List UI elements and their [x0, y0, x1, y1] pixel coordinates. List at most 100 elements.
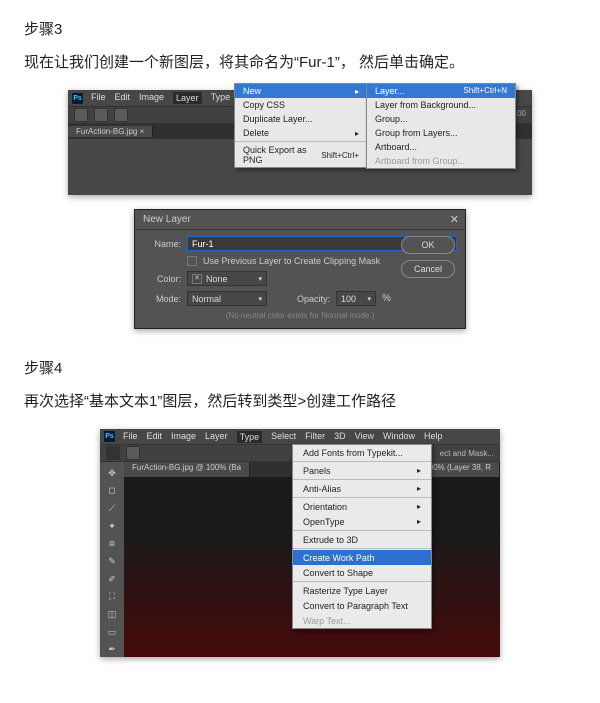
step3-screenshot-menu: Ps File Edit Image Layer Type Select Fil…	[24, 90, 576, 195]
eyedropper-tool-icon[interactable]: ✎	[104, 554, 120, 569]
menu-type[interactable]: Type	[211, 92, 231, 104]
menu-item-panels[interactable]: Panels▸	[293, 463, 431, 478]
menu-item-label: Quick Export as PNG	[243, 145, 321, 165]
menu-item-label: Artboard...	[375, 142, 417, 152]
doc-tab-left[interactable]: FurAction-BG.jpg @ 100% (Ba	[124, 462, 250, 477]
brush-tool-icon[interactable]: ✐	[104, 572, 120, 587]
tool-icon[interactable]	[94, 108, 108, 122]
tool-icon[interactable]	[114, 108, 128, 122]
menu-item-label: Copy CSS	[243, 100, 285, 110]
menu-item-label: Create Work Path	[303, 553, 374, 563]
ok-button[interactable]: OK	[401, 236, 455, 254]
clipping-mask-label: Use Previous Layer to Create Clipping Ma…	[203, 256, 380, 266]
menu-item-new[interactable]: New▸	[235, 84, 367, 98]
menu-item-label: New	[243, 86, 261, 96]
menu-view[interactable]: View	[355, 431, 374, 443]
menu-help[interactable]: Help	[424, 431, 443, 443]
step3-title: 步骤3	[24, 18, 576, 39]
marquee-tool-icon[interactable]: ◻	[104, 484, 120, 499]
menu-item-group-from-layers[interactable]: Group from Layers...	[367, 126, 515, 140]
menu-item-delete[interactable]: Delete▸	[235, 126, 367, 140]
step-3: 步骤3 现在让我们创建一个新图层，将其命名为“Fur-1”， 然后单击确定。 P…	[24, 18, 576, 329]
menu-item-convert-shape[interactable]: Convert to Shape	[293, 565, 431, 580]
submenu-arrow-icon: ▸	[417, 484, 421, 493]
menu-item-rasterize[interactable]: Rasterize Type Layer	[293, 583, 431, 598]
menu-item-label: Delete	[243, 128, 269, 138]
submenu-arrow-icon: ▸	[417, 466, 421, 475]
opacity-value: 100	[341, 294, 356, 304]
menu-select[interactable]: Select	[271, 431, 296, 443]
mode-value: Normal	[192, 294, 221, 304]
opacity-input[interactable]: 100 ▾	[336, 291, 376, 306]
menu-item-convert-paragraph[interactable]: Convert to Paragraph Text	[293, 598, 431, 613]
new-layer-dialog: New Layer ✕ Name: Use Previous Layer to …	[134, 209, 466, 329]
pen-tool-icon[interactable]: ✒	[104, 642, 120, 657]
doc-tab[interactable]: FurAction-BG.jpg ×	[68, 126, 153, 137]
menu-item-warp-text: Warp Text...	[293, 613, 431, 628]
menu-item-copycss[interactable]: Copy CSS	[235, 98, 367, 112]
tool-icon[interactable]	[74, 108, 88, 122]
eraser-tool-icon[interactable]: ◫	[104, 607, 120, 622]
menu-item-label: Extrude to 3D	[303, 535, 358, 545]
menu-3d[interactable]: 3D	[334, 431, 346, 443]
menu-item-label: Rasterize Type Layer	[303, 586, 388, 596]
ps4-menubar: Ps File Edit Image Layer Type Select Fil…	[100, 429, 500, 444]
menu-item-quickexport[interactable]: Quick Export as PNGShift+Ctrl+	[235, 143, 367, 167]
clipping-mask-checkbox[interactable]	[187, 256, 197, 266]
dialog-note: (No neutral color exists for Normal mode…	[143, 311, 457, 320]
dialog-titlebar: New Layer ✕	[135, 210, 465, 230]
tool-icon[interactable]	[126, 446, 140, 460]
step3-text: 现在让我们创建一个新图层，将其命名为“Fur-1”， 然后单击确定。	[24, 49, 576, 76]
submenu-arrow-icon: ▸	[417, 517, 421, 526]
chevron-down-icon: ▾	[258, 275, 262, 283]
wand-tool-icon[interactable]: ✦	[104, 519, 120, 534]
menu-layer[interactable]: Layer	[205, 431, 228, 443]
move-tool-icon[interactable]: ✥	[104, 466, 120, 481]
close-icon[interactable]: ✕	[450, 213, 459, 226]
menu-file[interactable]: File	[91, 92, 106, 104]
menu-shortcut: Shift+Ctrl+	[321, 151, 359, 160]
menu-item-label: Add Fonts from Typekit...	[303, 448, 403, 458]
menu-edit[interactable]: Edit	[115, 92, 131, 104]
name-label: Name:	[143, 239, 181, 249]
lasso-tool-icon[interactable]: ⟋	[104, 501, 120, 516]
type-menu-dropdown: Add Fonts from Typekit... Panels▸ Anti-A…	[292, 444, 432, 629]
cancel-button[interactable]: Cancel	[401, 260, 455, 278]
menu-window[interactable]: Window	[383, 431, 415, 443]
menu-item-create-work-path[interactable]: Create Work Path	[293, 550, 431, 565]
step4-title: 步骤4	[24, 357, 576, 378]
menu-item-add-fonts[interactable]: Add Fonts from Typekit...	[293, 445, 431, 460]
tool-icon[interactable]	[106, 446, 120, 460]
menu-edit[interactable]: Edit	[147, 431, 163, 443]
menu-separator	[293, 479, 431, 480]
menu-item-antialias[interactable]: Anti-Alias▸	[293, 481, 431, 496]
menu-item-artboard[interactable]: Artboard...	[367, 140, 515, 154]
menu-filter[interactable]: Filter	[305, 431, 325, 443]
menu-type[interactable]: Type	[237, 431, 263, 443]
menu-separator	[293, 530, 431, 531]
menu-item-layer-from-bg[interactable]: Layer from Background...	[367, 98, 515, 112]
ps-window-step4: Ps File Edit Image Layer Type Select Fil…	[100, 429, 500, 657]
dialog-buttons: OK Cancel	[401, 236, 455, 278]
crop-tool-icon[interactable]: ⧈	[104, 537, 120, 552]
step-4: 步骤4 再次选择“基本文本1”图层，然后转到类型>创建工作路径 Ps File …	[24, 357, 576, 657]
menu-layer[interactable]: Layer	[173, 92, 202, 104]
menu-item-label: Warp Text...	[303, 616, 351, 626]
ps-menubar: Ps File Edit Image Layer Type Select Fil…	[68, 90, 532, 195]
menu-image[interactable]: Image	[139, 92, 164, 104]
step4-screenshot: Ps File Edit Image Layer Type Select Fil…	[24, 429, 576, 657]
menu-file[interactable]: File	[123, 431, 138, 443]
mode-select[interactable]: Normal ▾	[187, 291, 267, 306]
menu-item-extrude[interactable]: Extrude to 3D	[293, 532, 431, 547]
menu-item-opentype[interactable]: OpenType▸	[293, 514, 431, 529]
menu-separator	[293, 461, 431, 462]
menu-item-group[interactable]: Group...	[367, 112, 515, 126]
menu-item-orientation[interactable]: Orientation▸	[293, 499, 431, 514]
gradient-tool-icon[interactable]: ▭	[104, 625, 120, 640]
menu-item-layer[interactable]: Layer...Shift+Ctrl+N	[367, 84, 515, 98]
menu-item-duplicate[interactable]: Duplicate Layer...	[235, 112, 367, 126]
menu-item-label: Layer...	[375, 86, 405, 96]
menu-image[interactable]: Image	[171, 431, 196, 443]
color-select[interactable]: None ▾	[187, 271, 267, 286]
stamp-tool-icon[interactable]: ⛶	[104, 589, 120, 604]
